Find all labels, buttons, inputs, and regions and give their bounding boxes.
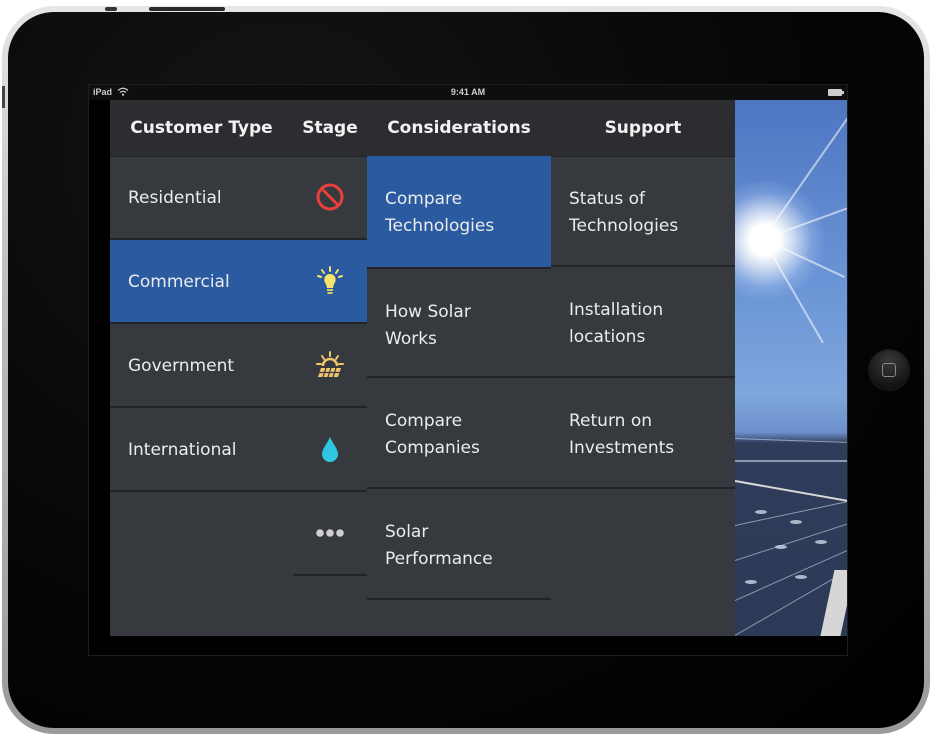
panel-cell-gap xyxy=(790,520,802,524)
header-stage: Stage xyxy=(302,118,358,138)
sleep-wake-button xyxy=(149,7,225,11)
home-square-icon xyxy=(882,363,896,377)
list-item-label: Residential xyxy=(128,188,222,208)
stage-item-blocked[interactable] xyxy=(293,156,367,240)
side-hardware-button xyxy=(2,86,5,108)
panel-edge xyxy=(735,460,847,462)
header-considerations: Considerations xyxy=(387,118,531,138)
panel-frame xyxy=(819,570,847,636)
status-bar: iPad 9:41 AM xyxy=(89,85,847,100)
customer-type-government[interactable]: Government xyxy=(110,324,293,408)
stage-item-solar[interactable] xyxy=(293,324,367,408)
solar-panel-sky-photo xyxy=(735,100,847,636)
list-item-label-line1: Compare xyxy=(385,411,463,431)
customer-type-commercial[interactable]: Commercial xyxy=(110,240,293,324)
stage-item-more[interactable] xyxy=(293,492,367,576)
top-hardware-button xyxy=(105,7,117,11)
list-item-label-line1: Solar xyxy=(385,522,429,542)
list-item-label-line1: Status of xyxy=(569,189,645,209)
list-item-label: International xyxy=(128,440,237,460)
solar-app: Customer Type Stage Considerations Suppo… xyxy=(110,100,847,636)
list-item-label-line1: Compare xyxy=(385,189,463,209)
consideration-compare-technologies[interactable]: Compare Technologies xyxy=(367,156,551,267)
consideration-compare-companies[interactable]: Compare Companies xyxy=(367,378,551,489)
column-header-bar: Customer Type Stage Considerations Suppo… xyxy=(110,100,735,157)
screen: iPad 9:41 AM Customer Type Stage Conside… xyxy=(88,84,848,656)
support-installation-locations[interactable]: Installation locations xyxy=(551,267,735,378)
panel-cell-gap xyxy=(745,580,757,584)
list-item-label-line2: Investments xyxy=(569,438,675,458)
list-item-label-line2: Works xyxy=(385,329,437,349)
list-item-label-line2: Technologies xyxy=(569,216,679,236)
water-drop-icon xyxy=(322,437,338,462)
panel-cell-gap xyxy=(775,545,787,549)
support-return-on-investments[interactable]: Return on Investments xyxy=(551,378,735,489)
sun-glare xyxy=(735,180,825,300)
clock: 9:41 AM xyxy=(450,87,486,97)
customer-type-residential[interactable]: Residential xyxy=(110,156,293,240)
home-button[interactable] xyxy=(869,350,909,390)
lightbulb-icon xyxy=(317,266,343,294)
panel-cell-gap xyxy=(795,575,807,579)
header-customer-type: Customer Type xyxy=(130,118,273,138)
list-item-label-line1: Installation xyxy=(569,300,664,320)
stage-item-idea[interactable] xyxy=(293,240,367,324)
list-item-label-line1: Return on xyxy=(569,411,652,431)
panel-edge xyxy=(735,438,847,445)
consideration-how-solar-works[interactable]: How Solar Works xyxy=(367,267,551,378)
list-item-label: Commercial xyxy=(128,272,230,292)
support-status-of-technologies[interactable]: Status of Technologies xyxy=(551,156,735,267)
sunrise-solar-panel-icon xyxy=(316,351,344,378)
battery-icon xyxy=(828,89,844,96)
consideration-solar-performance[interactable]: Solar Performance xyxy=(367,489,551,600)
list-item-label-line1: How Solar xyxy=(385,302,471,322)
customer-type-international[interactable]: International xyxy=(110,408,293,492)
stage-item-water[interactable] xyxy=(293,408,367,492)
list-item-label-line2: locations xyxy=(569,327,646,347)
panel-cell-gap xyxy=(815,540,827,544)
list-item-label-line2: Companies xyxy=(385,438,480,458)
list-item-label-line2: Technologies xyxy=(385,216,495,236)
consideration-partial-next-item[interactable] xyxy=(367,600,551,636)
panel-cell-gap xyxy=(755,510,767,514)
panel-edge xyxy=(735,510,847,561)
list-item-label: Government xyxy=(128,356,235,376)
list-item-label-line2: Performance xyxy=(385,549,493,569)
no-entry-icon xyxy=(316,183,344,211)
header-support: Support xyxy=(604,118,682,138)
more-dots-icon xyxy=(316,529,344,537)
screen-bottom-area xyxy=(89,636,847,655)
